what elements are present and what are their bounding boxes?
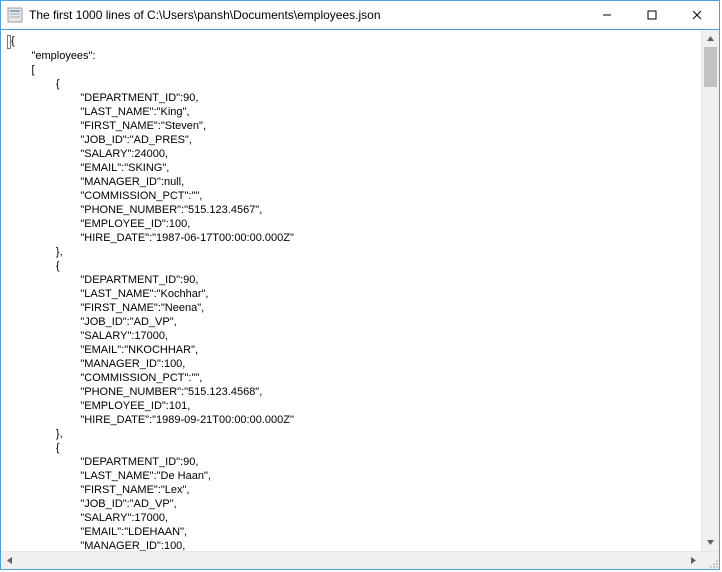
text-content[interactable]: { "employees": [ { "DEPARTMENT_ID":90, "…	[1, 30, 701, 551]
scroll-left-arrow-icon[interactable]	[1, 552, 18, 569]
scroll-right-arrow-icon[interactable]	[685, 552, 702, 569]
window-title: The first 1000 lines of C:\Users\pansh\D…	[29, 8, 584, 22]
maximize-button[interactable]	[629, 1, 674, 29]
vertical-scrollbar-thumb[interactable]	[704, 47, 717, 87]
horizontal-scrollbar-track[interactable]	[18, 552, 685, 569]
app-icon	[7, 7, 23, 23]
resize-grip[interactable]	[702, 552, 719, 569]
text-caret	[7, 35, 11, 49]
scroll-down-arrow-icon[interactable]	[702, 534, 719, 551]
vertical-scrollbar-track[interactable]	[702, 47, 719, 534]
minimize-button[interactable]	[584, 1, 629, 29]
client-area: { "employees": [ { "DEPARTMENT_ID":90, "…	[1, 30, 719, 569]
scroll-up-arrow-icon[interactable]	[702, 30, 719, 47]
titlebar[interactable]: The first 1000 lines of C:\Users\pansh\D…	[1, 1, 719, 30]
window: The first 1000 lines of C:\Users\pansh\D…	[0, 0, 720, 570]
close-button[interactable]	[674, 1, 719, 29]
vertical-scrollbar[interactable]	[701, 30, 719, 551]
window-controls	[584, 1, 719, 29]
horizontal-scrollbar[interactable]	[1, 551, 719, 569]
